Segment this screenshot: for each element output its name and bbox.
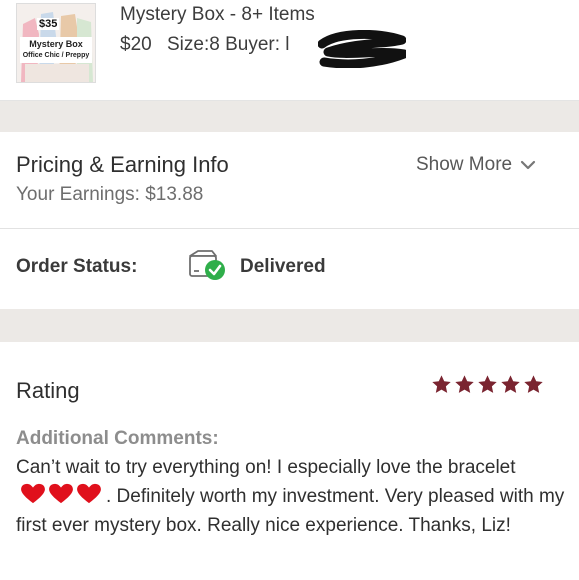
buyer-comment: Can’t wait to try everything on! I espec… [16,453,568,540]
rating-title: Rating [16,378,80,403]
your-earnings: Your Earnings: $13.88 [16,184,204,205]
red-heart-icon [77,483,101,504]
section-divider [0,309,579,342]
thumbnail-caption: Mystery Box Office Chic / Preppy [20,37,92,63]
chevron-down-icon [521,160,536,170]
thumbnail-price-tag: $35 [37,18,60,30]
thumbnail-caption-line2: Office Chic / Preppy [22,52,90,59]
item-size: Size:8 [166,34,220,55]
item-title[interactable]: Mystery Box - 8+ Items [120,4,315,26]
hearts-emoji [19,483,103,505]
star-icon [432,375,451,393]
red-heart-icon [21,483,45,504]
red-heart-icon [49,483,73,504]
star-icon [524,375,543,393]
item-meta: $20 Size:8 Buyer: l [120,34,290,56]
star-rating [431,374,544,395]
show-more-button[interactable]: Show More [416,154,536,176]
item-card[interactable]: $35 Mystery Box Office Chic / Preppy Mys… [0,0,579,101]
comment-text-part1: Can’t wait to try everything on! I espec… [16,457,516,478]
listing-thumbnail[interactable]: $35 Mystery Box Office Chic / Preppy [16,3,96,83]
buyer-label: Buyer: l [225,34,290,55]
star-icon [501,375,520,393]
redaction-scribble [318,30,406,68]
pricing-section [0,132,579,229]
pricing-title: Pricing & Earning Info [16,152,229,177]
order-status-value: Delivered [240,256,326,277]
additional-comments-label: Additional Comments: [16,428,219,449]
item-price: $20 [120,34,152,55]
star-icon [478,375,497,393]
star-icon [455,375,474,393]
show-more-label: Show More [416,154,513,175]
order-status-label: Order Status: [16,256,138,277]
thumbnail-caption-line1: Mystery Box [29,39,83,49]
package-delivered-icon [189,250,225,280]
section-divider [0,101,579,132]
